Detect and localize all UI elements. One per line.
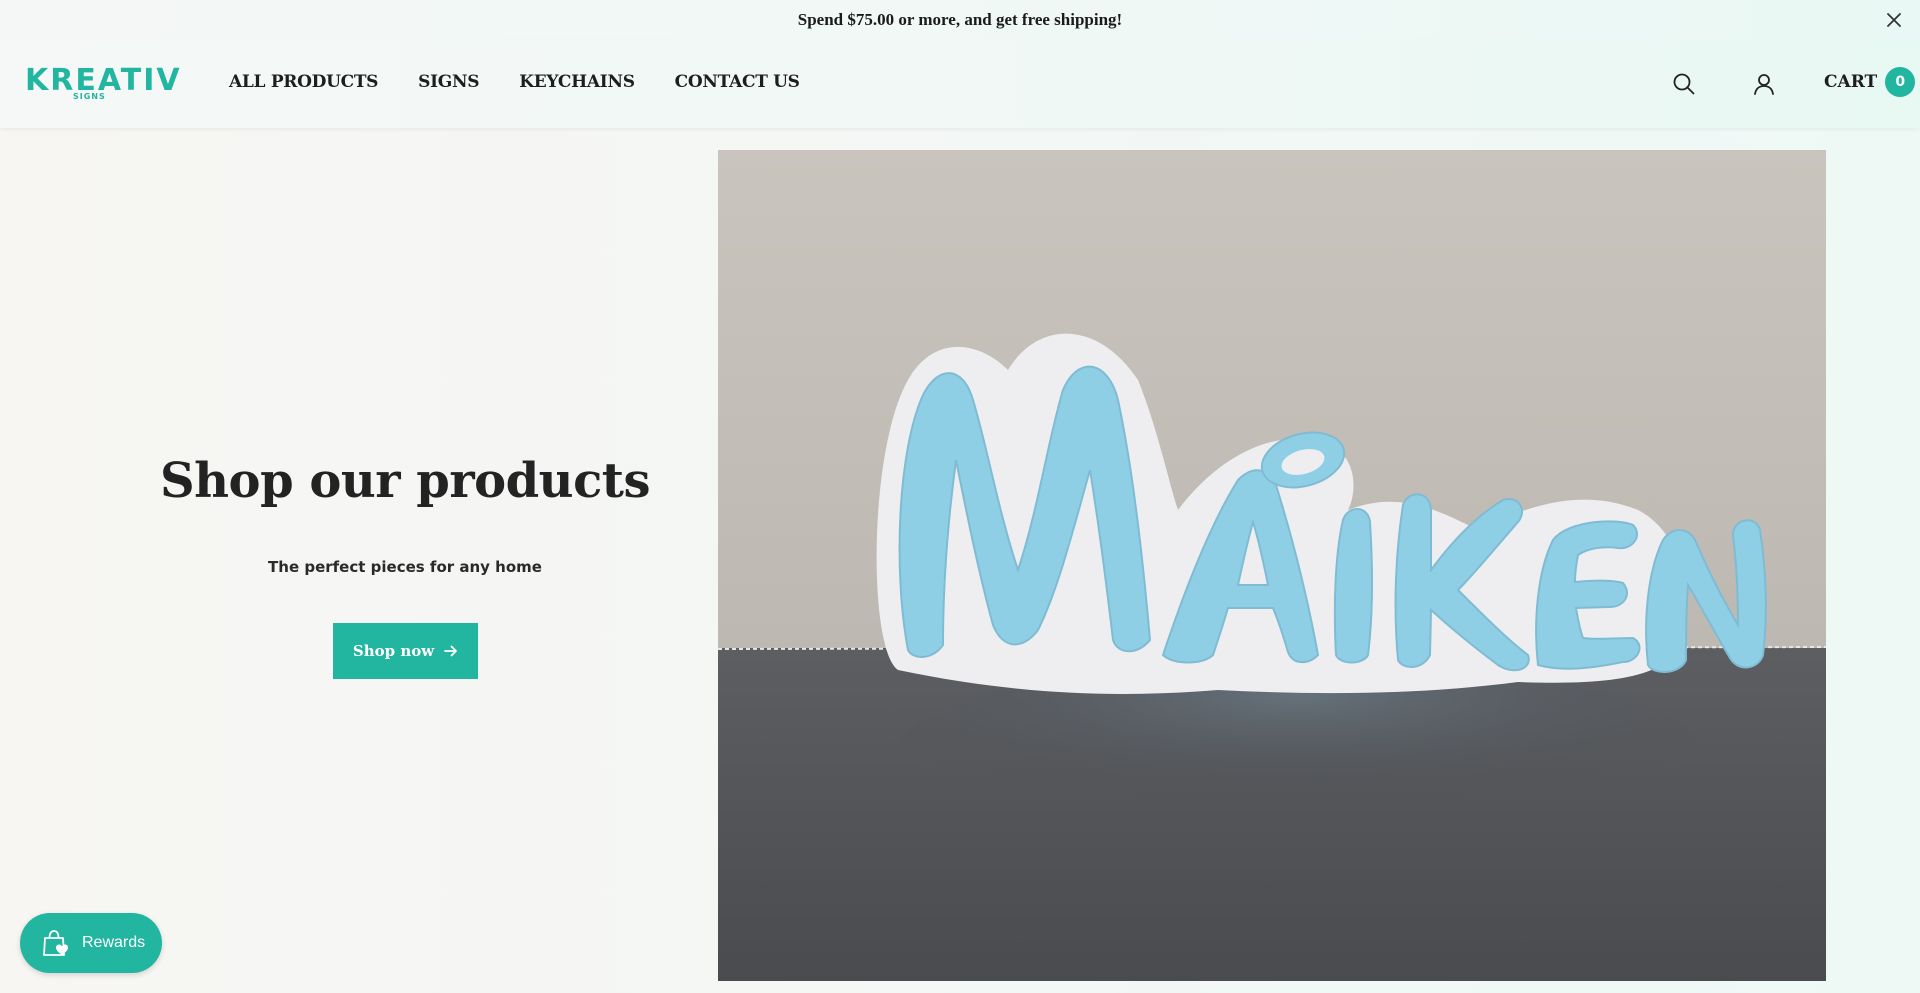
rewards-button[interactable]: Rewards	[20, 913, 162, 973]
cart-label: CART	[1824, 72, 1878, 92]
account-button[interactable]	[1750, 70, 1778, 98]
search-button[interactable]	[1670, 70, 1698, 98]
sign-photo	[718, 150, 1826, 981]
logo[interactable]: KREATIV SIGNS	[25, 66, 180, 102]
hero-image	[718, 150, 1826, 981]
shop-now-label: Shop now	[352, 642, 435, 660]
hero-title: Shop our products	[159, 453, 651, 509]
announcement-bar: Spend $75.00 or more, and get free shipp…	[0, 0, 1920, 40]
hero-text-section: Shop our products The perfect pieces for…	[0, 128, 718, 993]
nav-all-products[interactable]: ALL PRODUCTS	[229, 72, 378, 92]
announcement-text: Spend $75.00 or more, and get free shipp…	[797, 10, 1123, 29]
shop-now-button[interactable]: Shop now	[333, 623, 478, 679]
user-icon	[1754, 74, 1774, 95]
nav-contact-us[interactable]: CONTACT US	[675, 72, 800, 92]
close-announcement-button[interactable]	[1882, 8, 1906, 32]
rewards-label: Rewards	[82, 934, 146, 951]
site-header: KREATIV SIGNS ALL PRODUCTS SIGNS KEYCHAI…	[0, 40, 1920, 128]
search-icon	[1673, 73, 1695, 95]
main-nav: ALL PRODUCTS SIGNS KEYCHAINS CONTACT US	[229, 72, 840, 92]
nav-keychains[interactable]: KEYCHAINS	[519, 72, 635, 92]
shopping-bag-heart-icon	[43, 930, 68, 956]
logo-subtext: SIGNS	[73, 92, 106, 101]
cart-button[interactable]: CART 0	[1824, 66, 1916, 98]
close-icon	[1887, 13, 1901, 27]
cart-count-badge: 0	[1885, 67, 1916, 97]
nav-signs[interactable]: SIGNS	[418, 72, 479, 92]
arrow-right-icon	[444, 645, 458, 657]
hero-subtitle: The perfect pieces for any home	[268, 558, 542, 576]
